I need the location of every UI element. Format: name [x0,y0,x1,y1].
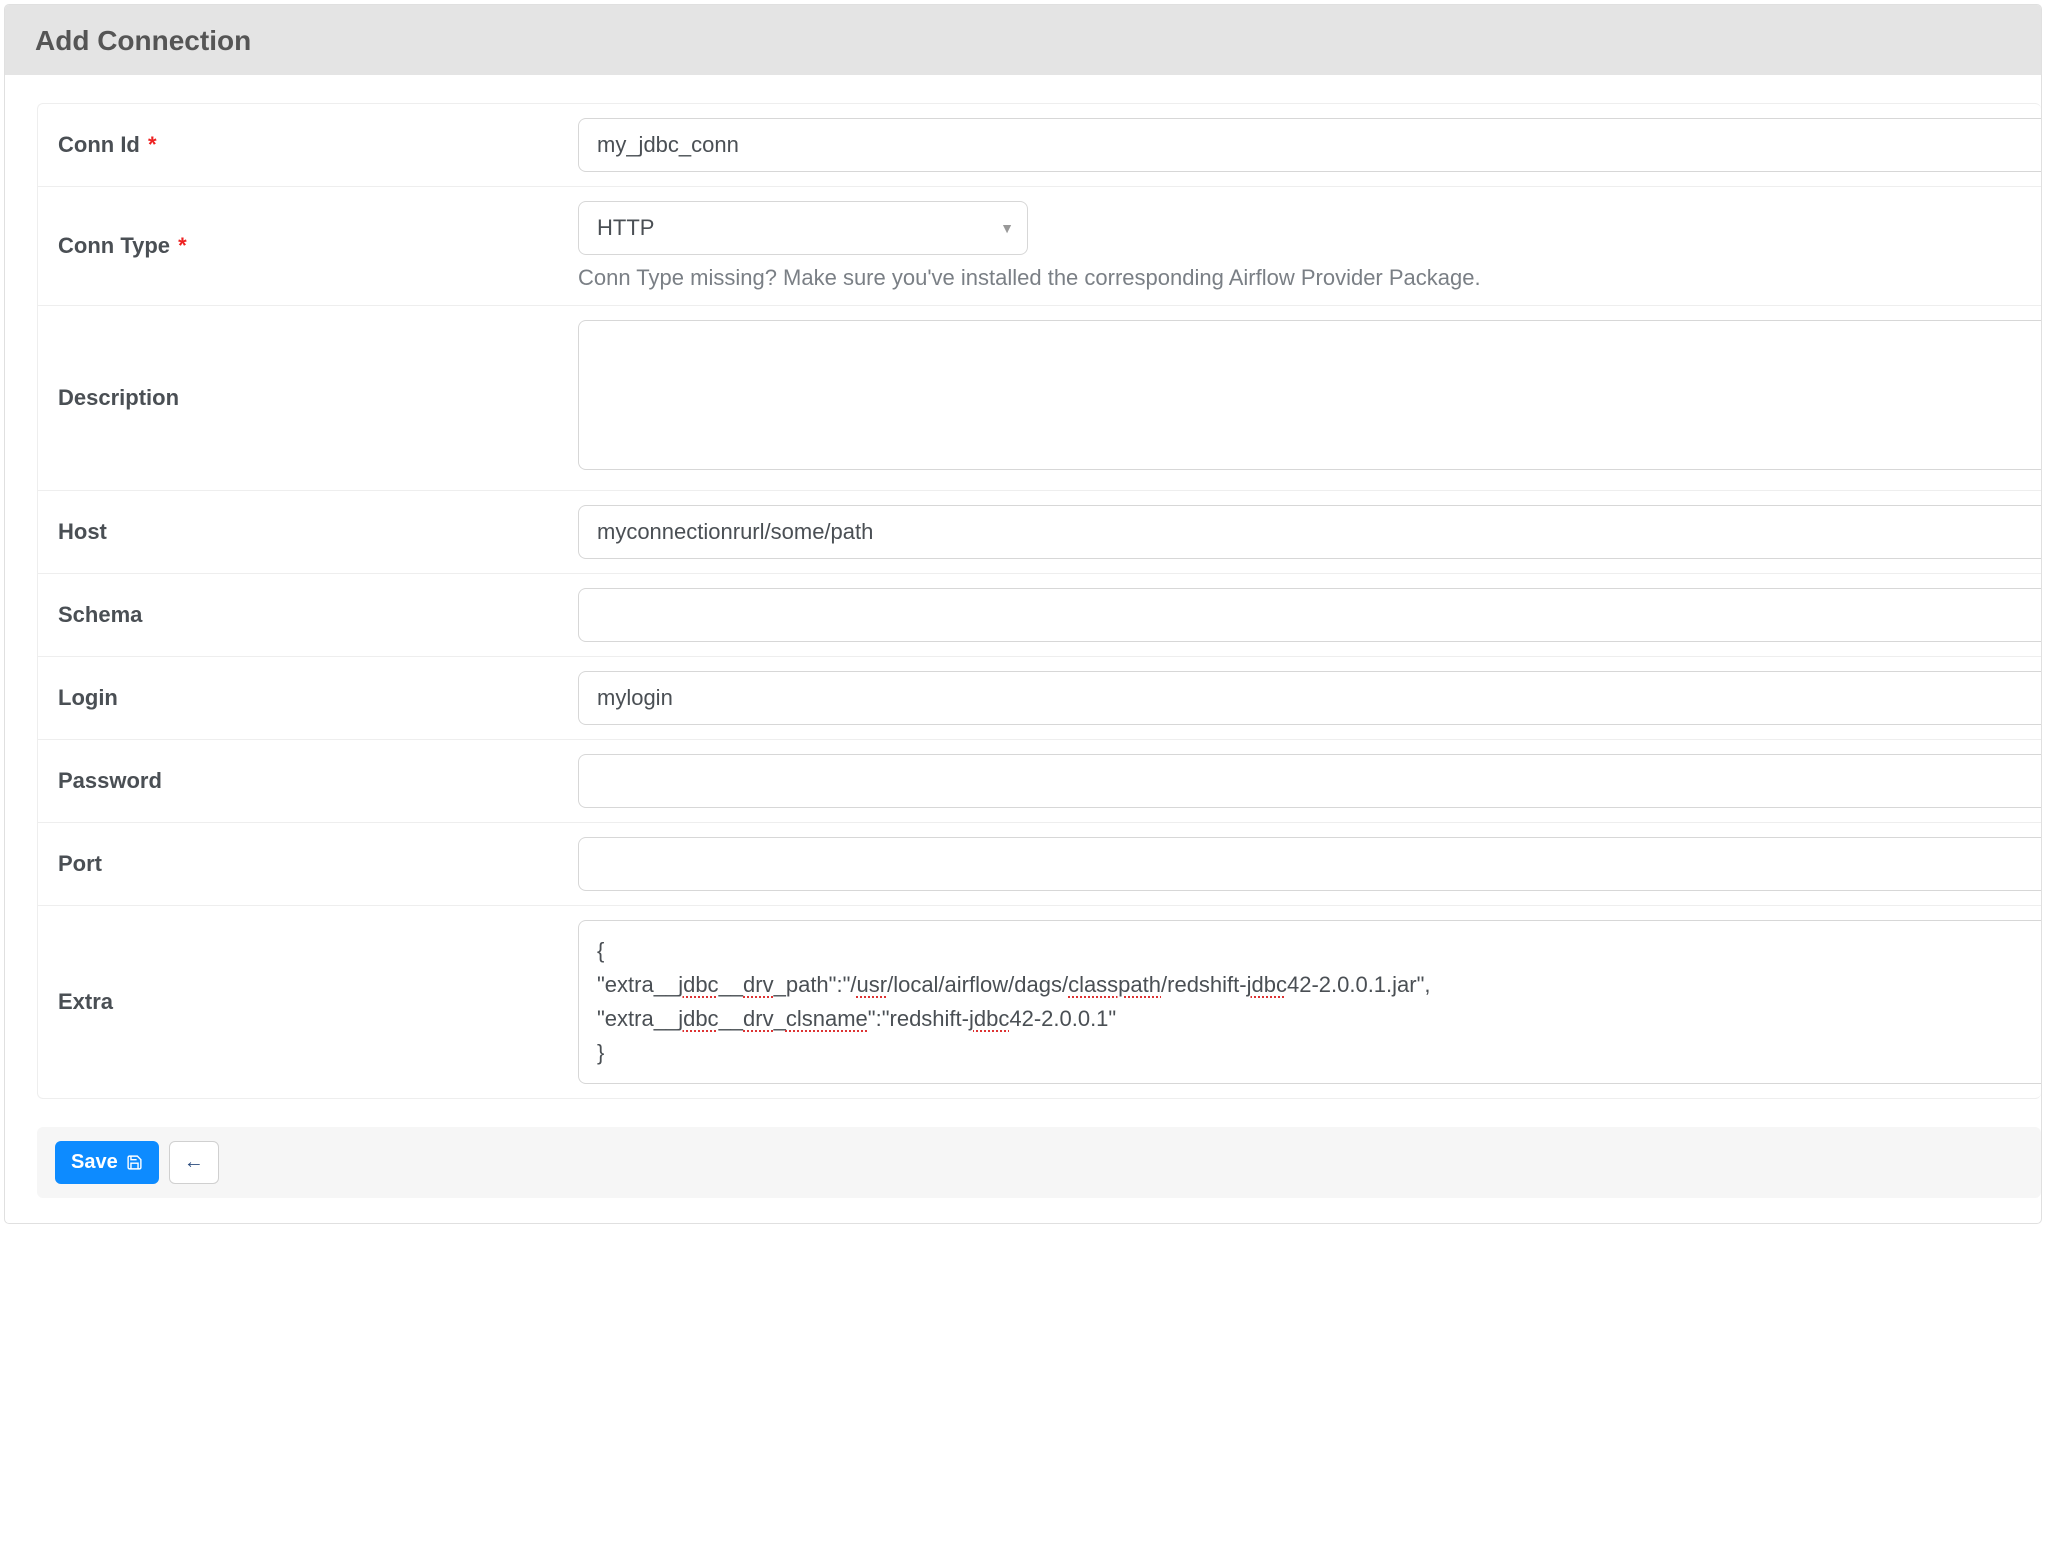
label-password: Password [38,744,578,818]
label-port: Port [38,827,578,901]
row-login: Login [38,657,2041,740]
row-description: Description [38,306,2041,491]
label-schema: Schema [38,578,578,652]
required-marker: * [148,132,157,157]
label-description: Description [38,361,578,435]
label-host: Host [38,495,578,569]
label-extra: Extra [38,965,578,1039]
conn-type-selected-value[interactable]: HTTP [578,201,1028,255]
form-table: Conn Id * Conn Type * HTTP ▼ [37,103,2041,1099]
panel-title: Add Connection [5,5,2041,75]
row-conn-id: Conn Id * [38,104,2041,187]
label-login: Login [38,661,578,735]
row-host: Host [38,491,2041,574]
back-button[interactable]: ← [169,1141,219,1184]
save-icon [126,1154,143,1171]
save-button[interactable]: Save [55,1141,159,1184]
login-input[interactable] [578,671,2041,725]
row-schema: Schema [38,574,2041,657]
port-input[interactable] [578,837,2041,891]
add-connection-panel: Add Connection Conn Id * Conn Type * [4,4,2042,1224]
row-extra: Extra {"extra__jdbc__drv_path":"/usr/loc… [38,906,2041,1098]
row-conn-type: Conn Type * HTTP ▼ Conn Type missing? Ma… [38,187,2041,306]
row-port: Port [38,823,2041,906]
save-button-label: Save [71,1151,118,1174]
label-conn-id: Conn Id * [38,108,578,182]
conn-type-help-text: Conn Type missing? Make sure you've inst… [578,265,2041,291]
description-input[interactable] [578,320,2041,470]
label-conn-type: Conn Type * [38,209,578,283]
row-password: Password [38,740,2041,823]
arrow-left-icon: ← [184,1151,204,1173]
extra-input[interactable]: {"extra__jdbc__drv_path":"/usr/local/air… [578,920,2041,1084]
host-input[interactable] [578,505,2041,559]
schema-input[interactable] [578,588,2041,642]
form-body: Conn Id * Conn Type * HTTP ▼ [5,75,2041,1099]
panel-footer: Save ← [37,1127,2041,1198]
conn-id-input[interactable] [578,118,2041,172]
required-marker: * [178,233,187,258]
password-input[interactable] [578,754,2041,808]
conn-type-select[interactable]: HTTP ▼ [578,201,1028,255]
